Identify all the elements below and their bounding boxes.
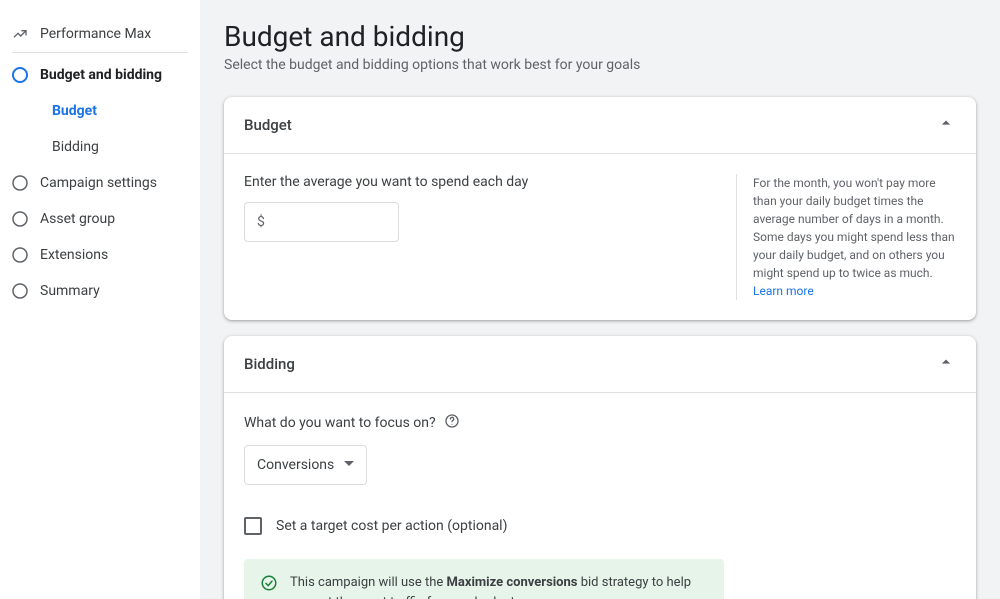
sidebar-subitem-bidding[interactable]: Bidding: [4, 129, 200, 165]
bidding-card-title: Bidding: [244, 355, 295, 373]
strategy-message: This campaign will use the Maximize conv…: [290, 573, 708, 599]
help-icon[interactable]: [444, 413, 460, 433]
budget-card-header[interactable]: Budget: [224, 97, 976, 154]
chevron-up-icon[interactable]: [936, 113, 956, 137]
trendline-icon: [12, 26, 28, 42]
focus-label: What do you want to focus on?: [244, 415, 436, 431]
budget-label: Enter the average you want to spend each…: [244, 174, 716, 190]
budget-card-body: Enter the average you want to spend each…: [224, 154, 976, 320]
budget-input[interactable]: [271, 214, 386, 230]
focus-label-row: What do you want to focus on?: [244, 413, 956, 433]
radio-pending-icon: [12, 211, 28, 227]
focus-select[interactable]: Conversions: [244, 445, 367, 485]
chevron-up-icon[interactable]: [936, 352, 956, 376]
budget-card-title: Budget: [244, 116, 292, 134]
sidebar-label: Campaign settings: [40, 175, 157, 191]
target-cpa-label: Set a target cost per action (optional): [276, 518, 507, 534]
sidebar-label: Summary: [40, 283, 100, 299]
sidebar-item-budget-and-bidding[interactable]: Budget and bidding: [0, 57, 200, 93]
budget-card: Budget Enter the average you want to spe…: [224, 97, 976, 320]
banner-bold: Maximize conversions: [447, 575, 578, 590]
radio-pending-icon: [12, 247, 28, 263]
sidebar: Performance Max Budget and bidding Budge…: [0, 0, 200, 599]
currency-symbol: $: [257, 214, 265, 230]
main-content: Budget and bidding Select the budget and…: [200, 0, 1000, 599]
learn-more-link[interactable]: Learn more: [753, 284, 814, 298]
bidding-card-body: What do you want to focus on? Conversion…: [224, 393, 976, 599]
divider: [12, 52, 188, 53]
budget-input-area: Enter the average you want to spend each…: [244, 174, 736, 300]
sidebar-label: Extensions: [40, 247, 108, 263]
budget-help-panel: For the month, you won't pay more than y…: [736, 174, 956, 300]
sidebar-label: Budget and bidding: [40, 67, 162, 83]
budget-help-text: For the month, you won't pay more than y…: [753, 176, 955, 280]
page-title: Budget and bidding: [224, 20, 976, 53]
budget-input-wrapper[interactable]: $: [244, 202, 399, 242]
sidebar-item-summary[interactable]: Summary: [0, 273, 200, 309]
target-cpa-checkbox[interactable]: [244, 517, 262, 535]
sidebar-subitem-budget[interactable]: Budget: [4, 93, 200, 129]
dropdown-arrow-icon: [344, 457, 354, 473]
bidding-card: Bidding What do you want to focus on? Co…: [224, 336, 976, 599]
sidebar-label: Asset group: [40, 211, 115, 227]
sidebar-subitems: Budget Bidding: [0, 93, 200, 165]
sidebar-item-performance-max[interactable]: Performance Max: [0, 16, 200, 52]
radio-current-icon: [12, 67, 28, 83]
bidding-card-header[interactable]: Bidding: [224, 336, 976, 393]
sidebar-item-asset-group[interactable]: Asset group: [0, 201, 200, 237]
radio-pending-icon: [12, 283, 28, 299]
target-cpa-row: Set a target cost per action (optional): [244, 517, 956, 535]
focus-select-value: Conversions: [257, 457, 334, 473]
sidebar-item-campaign-settings[interactable]: Campaign settings: [0, 165, 200, 201]
sidebar-item-extensions[interactable]: Extensions: [0, 237, 200, 273]
sidebar-label: Performance Max: [40, 26, 151, 42]
strategy-banner: This campaign will use the Maximize conv…: [244, 559, 724, 599]
banner-prefix: This campaign will use the: [290, 575, 447, 590]
check-circle-icon: [260, 574, 278, 596]
radio-pending-icon: [12, 175, 28, 191]
page-subtitle: Select the budget and bidding options th…: [224, 57, 976, 73]
